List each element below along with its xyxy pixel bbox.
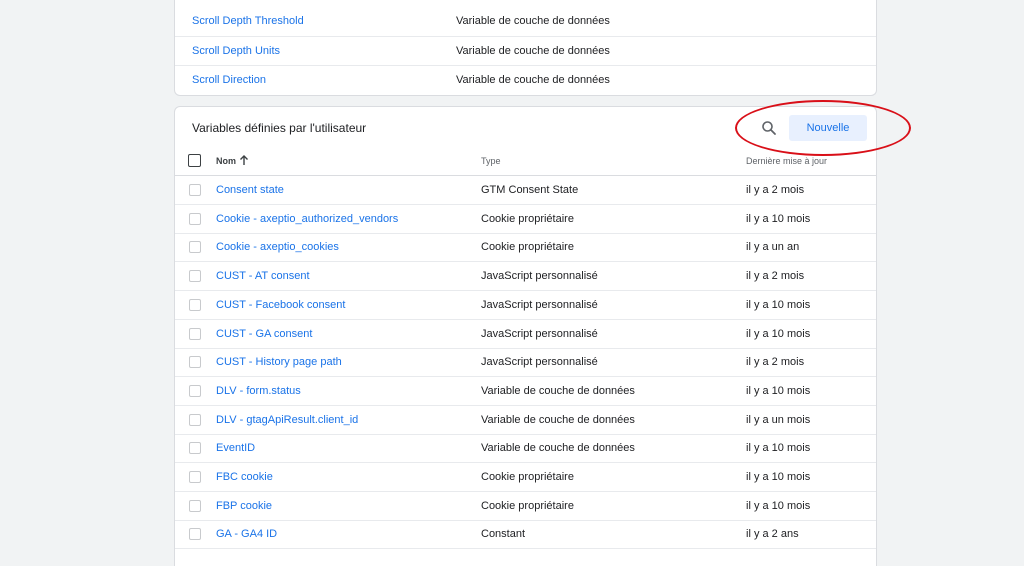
variable-name-link[interactable]: Scroll Depth Units: [192, 45, 280, 57]
row-checkbox[interactable]: [189, 212, 201, 225]
variable-last-updated: il y a 10 mois: [746, 327, 811, 340]
variable-type: Variable de couche de données: [456, 74, 610, 86]
variable-last-updated: il y a 10 mois: [746, 499, 811, 512]
row-checkbox[interactable]: [189, 327, 201, 340]
variable-type: Variable de couche de données: [456, 45, 610, 57]
row-checkbox[interactable]: [189, 499, 201, 512]
variable-type: Variable de couche de données: [456, 15, 610, 27]
row-checkbox[interactable]: [189, 413, 201, 426]
variable-last-updated: il y a 10 mois: [746, 298, 811, 311]
variable-type: Cookie propriétaire: [481, 241, 574, 254]
table-row[interactable]: Scroll Depth Threshold Variable de couch…: [175, 7, 876, 35]
variable-last-updated: il y a 2 ans: [746, 528, 799, 541]
row-checkbox[interactable]: [189, 356, 201, 369]
new-variable-button[interactable]: Nouvelle: [789, 115, 867, 141]
variable-type: Variable de couche de données: [481, 413, 635, 426]
variable-last-updated: il y a 10 mois: [746, 384, 811, 397]
table-row[interactable]: Scroll Depth Units Variable de couche de…: [175, 36, 876, 65]
user-variables-card: Variables définies par l'utilisateur Nou…: [174, 106, 877, 566]
row-checkbox[interactable]: [189, 298, 201, 311]
row-checkbox[interactable]: [189, 384, 201, 397]
row-checkbox[interactable]: [189, 270, 201, 283]
variable-last-updated: il y a 10 mois: [746, 442, 811, 455]
table-row[interactable]: EventID Variable de couche de données il y…: [175, 434, 876, 464]
table-row[interactable]: FBC cookie Cookie propriétaire il y a 10 m…: [175, 463, 876, 492]
table-row[interactable]: CUST - Facebook consent JavaScript person…: [175, 291, 876, 320]
row-checkbox[interactable]: [189, 442, 201, 455]
table-row[interactable]: FBP cookie Cookie propriétaire il y a 10 m…: [175, 492, 876, 521]
variable-type: JavaScript personnalisé: [481, 270, 598, 283]
variable-name-link[interactable]: GA - GA4 ID: [216, 528, 277, 540]
variable-name-link[interactable]: Cookie - axeptio_authorized_vendors: [216, 213, 398, 225]
variable-last-updated: il y a 2 mois: [746, 356, 805, 369]
builtin-variables-card: Scroll Depth Threshold Variable de couch…: [174, 0, 877, 96]
variable-name-link[interactable]: CUST - AT consent: [216, 270, 310, 282]
row-checkbox[interactable]: [189, 471, 201, 483]
variable-name-link[interactable]: FBP cookie: [216, 500, 272, 512]
variable-name-link[interactable]: Cookie - axeptio_cookies: [216, 241, 339, 253]
variable-name-link[interactable]: DLV - gtagApiResult.client_id: [216, 414, 358, 426]
table-row[interactable]: Scroll Direction Variable de couche de d…: [175, 65, 876, 94]
sort-arrow-up-icon[interactable]: [238, 153, 250, 167]
table-row[interactable]: Consent state GTM Consent State il y a 2 m…: [175, 176, 876, 205]
variable-type: GTM Consent State: [481, 184, 579, 196]
table-row[interactable]: Cookie - axeptio_authorized_vendors Cooki…: [175, 205, 876, 234]
variable-type: Constant: [481, 528, 526, 541]
variable-last-updated: il y a 2 mois: [746, 184, 805, 196]
variable-last-updated: il y a 2 mois: [746, 270, 805, 283]
column-header-last-updated[interactable]: Dernière mise à jour: [746, 156, 827, 166]
variable-name-link[interactable]: Scroll Depth Threshold: [192, 15, 304, 27]
variable-name-link[interactable]: EventID: [216, 442, 255, 454]
variable-last-updated: il y a 10 mois: [746, 471, 811, 483]
variable-type: Cookie propriétaire: [481, 499, 574, 512]
variable-last-updated: il y a un mois: [746, 413, 811, 426]
table-row[interactable]: DLV - gtagApiResult.client_id Variable de…: [175, 406, 876, 435]
row-checkbox[interactable]: [189, 528, 201, 541]
table-row[interactable]: CUST - GA consent JavaScript personnalisé…: [175, 320, 876, 349]
variable-name-link[interactable]: CUST - GA consent: [216, 328, 312, 340]
variable-type: JavaScript personnalisé: [481, 298, 598, 311]
table-row[interactable]: GA - GA4 ID Constant il y a 2 ans: [175, 520, 876, 550]
variable-type: JavaScript personnalisé: [481, 327, 598, 340]
section-title: Variables définies par l'utilisateur: [192, 121, 367, 135]
variable-last-updated: il y a 10 mois: [746, 212, 811, 225]
variable-name-link[interactable]: DLV - form.status: [216, 385, 301, 397]
variable-type: Cookie propriétaire: [481, 212, 574, 225]
variable-name-link[interactable]: Scroll Direction: [192, 74, 266, 86]
variable-type: Variable de couche de données: [481, 384, 635, 397]
variable-name-link[interactable]: CUST - Facebook consent: [216, 299, 345, 311]
search-icon[interactable]: [761, 120, 777, 136]
select-all-checkbox[interactable]: [188, 154, 201, 167]
table-row[interactable]: CUST - AT consent JavaScript personnalisé…: [175, 262, 876, 292]
table-row[interactable]: CUST - History page path JavaScript perso…: [175, 348, 876, 378]
table-row[interactable]: DLV - form.status Variable de couche de d…: [175, 377, 876, 406]
column-header-name[interactable]: Nom: [216, 156, 236, 166]
variable-last-updated: il y a un an: [746, 241, 800, 254]
row-checkbox[interactable]: [189, 241, 201, 254]
variable-type: JavaScript personnalisé: [481, 356, 598, 369]
column-header-type[interactable]: Type: [481, 156, 501, 166]
variable-type: Variable de couche de données: [481, 442, 635, 455]
variable-name-link[interactable]: CUST - History page path: [216, 356, 342, 368]
variable-name-link[interactable]: FBC cookie: [216, 471, 273, 483]
variable-type: Cookie propriétaire: [481, 471, 574, 483]
row-checkbox[interactable]: [189, 184, 201, 196]
table-row[interactable]: Cookie - axeptio_cookies Cookie propriéta…: [175, 233, 876, 263]
table-header: Nom Type Dernière mise à jour: [175, 147, 876, 176]
variable-name-link[interactable]: Consent state: [216, 184, 284, 196]
